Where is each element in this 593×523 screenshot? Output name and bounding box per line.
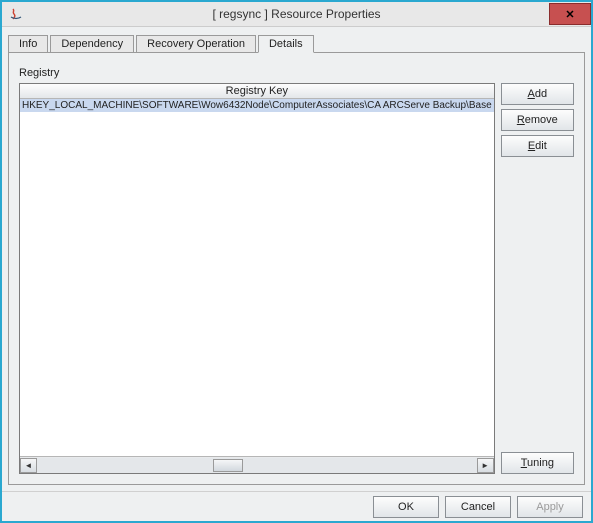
details-page: Registry Registry Key HKEY_LOCAL_MACHINE…	[8, 52, 585, 485]
dialog-footer: OK Cancel Apply	[2, 491, 591, 521]
scroll-track[interactable]	[37, 458, 477, 473]
add-button[interactable]: Add	[501, 83, 574, 105]
edit-button[interactable]: Edit	[501, 135, 574, 157]
dialog-body: Info Dependency Recovery Operation Detai…	[2, 26, 591, 491]
tab-dependency[interactable]: Dependency	[50, 35, 134, 53]
scroll-thumb[interactable]	[213, 459, 243, 472]
scroll-right-button[interactable]: ►	[477, 458, 494, 473]
close-icon: ✕	[565, 8, 574, 21]
registry-label: Registry	[19, 67, 574, 79]
tuning-button[interactable]: Tuning	[501, 452, 574, 474]
spacer	[501, 161, 574, 448]
tab-recovery[interactable]: Recovery Operation	[136, 35, 256, 53]
close-button[interactable]: ✕	[549, 3, 591, 25]
tab-bar: Info Dependency Recovery Operation Detai…	[8, 33, 585, 53]
titlebar: [ regsync ] Resource Properties ✕	[2, 2, 591, 26]
window-frame: [ regsync ] Resource Properties ✕ Info D…	[0, 0, 593, 523]
grid-header-registry-key[interactable]: Registry Key	[20, 84, 494, 99]
apply-button[interactable]: Apply	[517, 496, 583, 518]
grid-body[interactable]: HKEY_LOCAL_MACHINE\SOFTWARE\Wow6432Node\…	[20, 99, 494, 456]
window-title: [ regsync ] Resource Properties	[212, 7, 380, 21]
horizontal-scrollbar[interactable]: ◄ ►	[20, 456, 494, 473]
remove-button[interactable]: Remove	[501, 109, 574, 131]
java-icon	[8, 6, 24, 22]
tab-details[interactable]: Details	[258, 35, 314, 53]
scroll-left-button[interactable]: ◄	[20, 458, 37, 473]
cancel-button[interactable]: Cancel	[445, 496, 511, 518]
side-button-column: Add Remove Edit Tuning	[501, 83, 574, 474]
ok-button[interactable]: OK	[373, 496, 439, 518]
tab-info[interactable]: Info	[8, 35, 48, 53]
registry-area: Registry Key HKEY_LOCAL_MACHINE\SOFTWARE…	[19, 83, 574, 474]
registry-grid[interactable]: Registry Key HKEY_LOCAL_MACHINE\SOFTWARE…	[19, 83, 495, 474]
table-row[interactable]: HKEY_LOCAL_MACHINE\SOFTWARE\Wow6432Node\…	[20, 99, 494, 112]
